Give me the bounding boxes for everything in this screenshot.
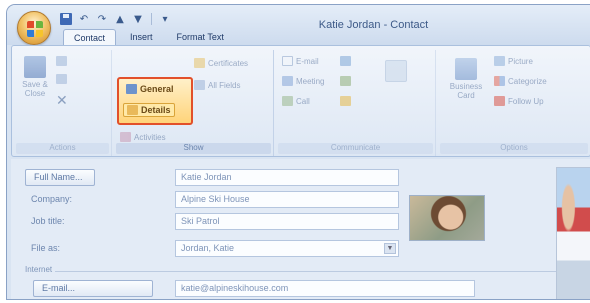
ribbon-group-communicate: E-mail Meeting Call Communicate xyxy=(276,50,436,156)
show-highlight-box: General Details xyxy=(117,77,193,125)
general-button[interactable]: General xyxy=(123,83,177,95)
save-close-icon xyxy=(24,56,46,78)
tab-contact[interactable]: Contact xyxy=(63,29,117,45)
certificate-icon xyxy=(194,58,205,68)
file-as-label: File as: xyxy=(31,243,61,253)
tab-format-text[interactable]: Format Text xyxy=(167,29,234,45)
all-fields-button[interactable]: All Fields xyxy=(194,80,240,90)
title-bar: ↶ ↷ ▲ ▼ ▾ Katie Jordan - Contact Contact… xyxy=(7,5,590,45)
save-new-icon xyxy=(56,56,67,66)
details-button[interactable]: Details xyxy=(123,103,175,117)
task-icon xyxy=(340,56,351,66)
delete-button[interactable]: ✕ xyxy=(56,92,68,109)
section-divider xyxy=(55,271,581,272)
details-icon xyxy=(127,105,138,115)
email-field[interactable]: katie@alpineskihouse.com xyxy=(175,280,475,297)
activities-button[interactable]: Activities xyxy=(120,132,166,142)
meeting-button[interactable]: Meeting xyxy=(282,76,324,86)
save-close-button[interactable]: Save & Close xyxy=(18,56,52,98)
chevron-down-icon[interactable]: ▼ xyxy=(384,243,396,254)
company-field[interactable]: Alpine Ski House xyxy=(175,191,399,208)
picture-icon xyxy=(494,56,505,66)
follow-up-button[interactable]: Follow Up xyxy=(494,96,544,106)
actions-group-label: Actions xyxy=(16,143,109,154)
business-card-icon xyxy=(455,58,477,80)
job-title-label: Job title: xyxy=(31,216,65,226)
file-as-value: Jordan, Katie xyxy=(181,243,235,253)
assign-task-button[interactable] xyxy=(340,56,351,66)
call-button[interactable]: Call xyxy=(282,96,310,106)
all-fields-icon xyxy=(194,80,205,90)
phone-icon xyxy=(282,96,293,106)
job-title-field[interactable]: Ski Patrol xyxy=(175,213,399,230)
activities-icon xyxy=(120,132,131,142)
email-button[interactable]: E-mail xyxy=(282,56,319,66)
save-new-button[interactable] xyxy=(56,56,67,66)
ribbon-group-actions: Save & Close ✕ Actions xyxy=(14,50,112,156)
internet-section-label: Internet xyxy=(25,265,53,274)
journal-icon xyxy=(340,76,351,86)
categorize-icon xyxy=(494,76,505,86)
map-button[interactable] xyxy=(372,60,420,84)
meeting-icon xyxy=(282,76,293,86)
general-icon xyxy=(126,84,137,94)
business-card-preview xyxy=(556,167,590,299)
full-name-button[interactable]: Full Name... xyxy=(25,169,95,186)
certificates-button[interactable]: Certificates xyxy=(194,58,248,68)
forward-icon xyxy=(56,74,67,84)
email-button-form[interactable]: E-mail... xyxy=(33,280,153,297)
picture-button[interactable]: Picture xyxy=(494,56,533,66)
show-group-label: Show xyxy=(116,143,271,154)
full-name-field[interactable]: Katie Jordan xyxy=(175,169,399,186)
options-group-label: Options xyxy=(440,143,588,154)
forward-button[interactable] xyxy=(56,74,67,84)
web-page-icon xyxy=(340,96,351,106)
journal-button[interactable] xyxy=(340,76,351,86)
email-button-label: E-mail... xyxy=(42,283,76,293)
ribbon-tabs: Contact Insert Format Text xyxy=(63,29,234,45)
flag-icon xyxy=(494,96,505,106)
screenshot-stage: ↶ ↷ ▲ ▼ ▾ Katie Jordan - Contact Contact… xyxy=(0,0,590,303)
company-label: Company: xyxy=(31,194,73,204)
file-as-field[interactable]: Jordan, Katie ▼ xyxy=(175,240,399,257)
contact-form: Full Name... Katie Jordan Company: Alpin… xyxy=(11,159,590,299)
ribbon: Save & Close ✕ Actions Certificates All … xyxy=(11,45,590,157)
contact-photo[interactable] xyxy=(409,195,485,241)
communicate-group-label: Communicate xyxy=(278,143,433,154)
delete-icon: ✕ xyxy=(56,92,68,108)
categorize-button[interactable]: Categorize xyxy=(494,76,547,86)
contact-window: ↶ ↷ ▲ ▼ ▾ Katie Jordan - Contact Contact… xyxy=(6,4,590,300)
envelope-icon xyxy=(282,56,293,66)
ribbon-group-options: Business Card Picture Categorize Follow … xyxy=(438,50,590,156)
tab-insert[interactable]: Insert xyxy=(120,29,163,45)
map-icon xyxy=(385,60,407,82)
web-page-button[interactable] xyxy=(340,96,351,106)
business-card-button[interactable]: Business Card xyxy=(444,58,488,100)
